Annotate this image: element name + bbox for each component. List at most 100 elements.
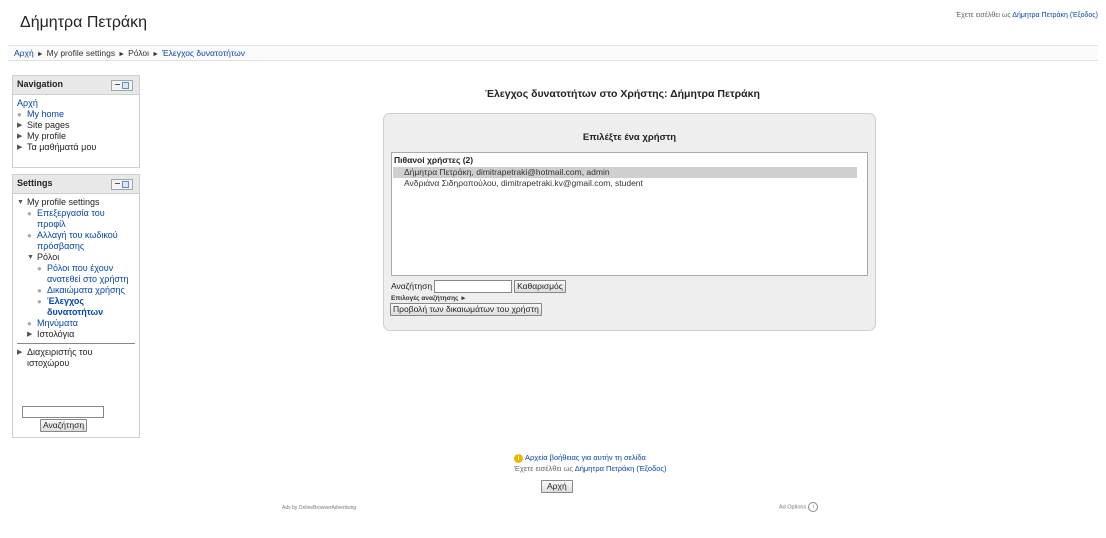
expand-arrow-icon[interactable]: ▶ bbox=[17, 142, 26, 153]
settings-edit-profile-link[interactable]: Επεξεργασία του προφίλ bbox=[37, 208, 105, 229]
nav-my-profile-label[interactable]: My profile bbox=[27, 131, 66, 141]
bullet-icon: ● bbox=[17, 110, 22, 119]
page-heading: Έλεγχος δυνατοτήτων στο Χρήστης: Δήμητρα… bbox=[485, 88, 760, 100]
settings-item-site-admin[interactable]: ▶ Διαχειριστής του ιστοχώρου bbox=[17, 347, 135, 369]
settings-item-edit-profile[interactable]: ● Επεξεργασία του προφίλ bbox=[17, 208, 135, 230]
navigation-block-title: Navigation bbox=[17, 79, 64, 89]
expand-arrow-icon[interactable]: ▶ bbox=[17, 347, 26, 358]
navigation-block: Navigation Αρχή ● My home ▶ Site pages ▶ My… bbox=[12, 75, 140, 168]
settings-search-button[interactable]: Αναζήτηση bbox=[40, 419, 88, 432]
footer-login-info: Έχετε εισέλθει ως Δήμητρα Πετράκη (Έξοδο… bbox=[514, 464, 667, 473]
help-docs-link[interactable]: i Αρχεία βοήθειας για αυτήν τη σελίδα bbox=[514, 453, 646, 463]
navigation-tree: Αρχή ● My home ▶ Site pages ▶ My profile ▶ Τ… bbox=[13, 95, 139, 157]
settings-block-title: Settings bbox=[17, 178, 53, 188]
ad-options-label[interactable]: Ad Options bbox=[779, 504, 806, 510]
user-selector-title: Επιλέξτε ένα χρήστη bbox=[582, 132, 677, 143]
user-option[interactable]: Δήμητρα Πετράκη, dimitrapetraki@hotmail.… bbox=[393, 167, 857, 178]
search-options-toggle[interactable]: Επιλογές αναζήτησης ► bbox=[391, 295, 467, 302]
bullet-icon: ● bbox=[27, 231, 32, 240]
nav-item-my-profile[interactable]: ▶ My profile bbox=[17, 131, 135, 142]
home-button[interactable]: Αρχή bbox=[541, 480, 573, 493]
settings-item-assigned-roles[interactable]: ● Ρόλοι που έχουν ανατεθεί στο χρήστη bbox=[17, 263, 135, 285]
settings-item-blogs[interactable]: ▶ Ιστολόγια bbox=[17, 329, 135, 340]
settings-tree: ▼ My profile settings ● Επεξεργασία του πρ… bbox=[13, 194, 139, 373]
settings-roles-label[interactable]: Ρόλοι bbox=[37, 252, 59, 262]
bullet-icon: ● bbox=[27, 209, 32, 218]
settings-block: Settings ▼ My profile settings ● Επεξεργασ… bbox=[12, 174, 140, 438]
settings-search-input[interactable] bbox=[22, 406, 104, 418]
breadcrumb-separator: ► bbox=[36, 51, 44, 58]
bullet-icon: ● bbox=[37, 297, 42, 306]
search-options-label[interactable]: Επιλογές αναζήτησης bbox=[391, 295, 458, 302]
nav-site-pages-label[interactable]: Site pages bbox=[27, 120, 70, 130]
breadcrumb-bar: Αρχή ► My profile settings ► Ρόλοι ► Έλεγχος δ… bbox=[8, 45, 1098, 61]
settings-item-change-password[interactable]: ● Αλλαγή του κωδικού πρόσβασης bbox=[17, 230, 135, 252]
breadcrumb-home[interactable]: Αρχή bbox=[14, 48, 34, 58]
view-permissions-button-label[interactable]: Προβολή των δικαιωμάτων του χρήστη bbox=[390, 303, 542, 316]
settings-change-password-link[interactable]: Αλλαγή του κωδικού πρόσβασης bbox=[37, 230, 118, 251]
breadcrumb-profile-settings[interactable]: My profile settings bbox=[47, 48, 116, 58]
nav-item-home[interactable]: Αρχή bbox=[17, 98, 135, 109]
user-selector-box: Επιλέξτε ένα χρήστη Πιθανοί χρήστες (2) … bbox=[383, 113, 876, 331]
user-search-input[interactable] bbox=[434, 280, 513, 293]
settings-permissions-link[interactable]: Δικαιώματα χρήσης bbox=[47, 285, 125, 295]
collapse-arrow-icon[interactable]: ▼ bbox=[27, 252, 36, 263]
settings-messages-link[interactable]: Μηνύματα bbox=[37, 318, 78, 328]
settings-item-messages[interactable]: ● Μηνύματα bbox=[17, 318, 135, 329]
navigation-block-header: Navigation bbox=[13, 76, 139, 95]
nav-home-link[interactable]: Αρχή bbox=[17, 98, 38, 108]
expand-arrow-icon[interactable]: ▶ bbox=[17, 120, 26, 131]
dock-block-icon[interactable] bbox=[111, 179, 133, 190]
nav-my-courses-label[interactable]: Τα μαθήματά μου bbox=[27, 142, 96, 152]
site-title: Δήμητρα Πετράκη bbox=[20, 14, 148, 31]
settings-item-permissions[interactable]: ● Δικαιώματα χρήσης bbox=[17, 285, 135, 296]
ads-by-text: Ads by OnlineBrowserAdvertising bbox=[282, 505, 357, 511]
settings-divider bbox=[17, 343, 135, 344]
bullet-icon: ● bbox=[37, 286, 42, 295]
breadcrumb-separator: ► bbox=[118, 51, 126, 58]
help-docs-link-text[interactable]: Αρχεία βοήθειας για αυτήν τη σελίδα bbox=[525, 453, 646, 462]
settings-assigned-roles-link[interactable]: Ρόλοι που έχουν ανατεθεί στο χρήστη bbox=[47, 263, 128, 284]
settings-profile-settings-label[interactable]: My profile settings bbox=[27, 197, 100, 207]
login-prefix: Έχετε εισέλθει ως bbox=[955, 12, 1011, 19]
bullet-icon: ● bbox=[37, 264, 42, 273]
breadcrumb-separator: ► bbox=[152, 51, 159, 58]
breadcrumb: Αρχή ► My profile settings ► Ρόλοι ► Έλεγχος δ… bbox=[14, 47, 245, 61]
expand-arrow-icon[interactable]: ▶ bbox=[17, 131, 26, 142]
dock-block-icon[interactable] bbox=[111, 80, 133, 91]
nav-my-home-link[interactable]: My home bbox=[27, 109, 64, 119]
footer-login-prefix: Έχετε εισέλθει ως bbox=[514, 464, 574, 473]
ad-options[interactable]: Ad Options i bbox=[779, 502, 819, 512]
expand-arrow-icon[interactable]: ► bbox=[460, 295, 466, 302]
settings-item-check-permissions[interactable]: ● Έλεγχος δυνατοτήτων bbox=[17, 296, 135, 318]
settings-item-roles[interactable]: ▼ Ρόλοι bbox=[17, 252, 135, 263]
nav-item-my-courses[interactable]: ▶ Τα μαθήματά μου bbox=[17, 142, 135, 153]
info-icon: i bbox=[514, 453, 523, 463]
login-user-link[interactable]: Δήμητρα Πετράκη bbox=[1012, 12, 1068, 19]
expand-arrow-icon[interactable]: ▶ bbox=[27, 329, 36, 340]
logout-link[interactable]: (Έξοδος) bbox=[1070, 12, 1098, 19]
settings-check-permissions-link[interactable]: Έλεγχος δυνατοτήτων bbox=[47, 296, 103, 317]
user-optgroup-label: Πιθανοί χρήστες (2) bbox=[394, 155, 474, 165]
nav-item-my-home[interactable]: ● My home bbox=[17, 109, 135, 120]
user-search-label: Αναζήτηση bbox=[391, 280, 433, 291]
home-button-label[interactable]: Αρχή bbox=[541, 480, 573, 493]
clear-search-button[interactable]: Καθαρισμός bbox=[514, 280, 566, 293]
ad-info-icon[interactable]: i bbox=[808, 502, 819, 512]
breadcrumb-current[interactable]: Έλεγχος δυνατοτήτων bbox=[162, 48, 245, 58]
nav-item-site-pages[interactable]: ▶ Site pages bbox=[17, 120, 135, 131]
settings-block-header: Settings bbox=[13, 175, 139, 194]
footer-logout-link[interactable]: (Έξοδος) bbox=[636, 464, 666, 473]
settings-site-admin-label[interactable]: Διαχειριστής του ιστοχώρου bbox=[27, 347, 92, 368]
settings-search-button-label[interactable]: Αναζήτηση bbox=[40, 419, 88, 432]
view-permissions-button[interactable]: Προβολή των δικαιωμάτων του χρήστη bbox=[390, 303, 542, 316]
settings-blogs-label[interactable]: Ιστολόγια bbox=[37, 329, 74, 339]
settings-item-profile-settings[interactable]: ▼ My profile settings bbox=[17, 197, 135, 208]
collapse-arrow-icon[interactable]: ▼ bbox=[17, 197, 26, 208]
user-search-row: Αναζήτηση Καθαρισμός bbox=[391, 280, 566, 293]
user-option[interactable]: Ανδριάνα Σιδηροπούλου, dimitrapetraki.kv… bbox=[393, 178, 857, 189]
bullet-icon: ● bbox=[27, 319, 32, 328]
user-select-list[interactable]: Πιθανοί χρήστες (2) Δήμητρα Πετράκη, dim… bbox=[391, 152, 868, 276]
breadcrumb-roles[interactable]: Ρόλοι bbox=[128, 48, 149, 58]
footer-login-user-link[interactable]: Δήμητρα Πετράκη bbox=[575, 464, 635, 473]
